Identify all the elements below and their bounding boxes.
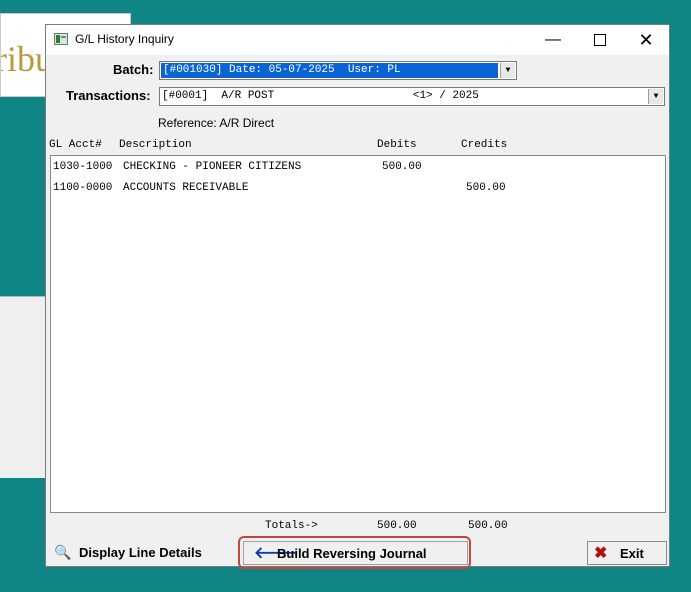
highlight-outline xyxy=(238,536,471,569)
minimize-button[interactable]: — xyxy=(530,25,576,55)
display-line-details-button[interactable]: 🔍 Display Line Details xyxy=(50,541,230,565)
close-icon: ✕ xyxy=(638,30,654,50)
transactions-select-value: [#0001] A/R POST <1> / 2025 xyxy=(162,90,479,102)
transaction-lines-table[interactable]: 1030-1000 CHECKING - PIONEER CITIZENS 50… xyxy=(50,155,666,513)
maximize-button[interactable] xyxy=(577,25,623,55)
magnifier-icon: 🔍 xyxy=(54,544,72,560)
column-header-gl-acct: GL Acct# xyxy=(49,139,102,151)
gl-history-inquiry-window: G/L History Inquiry — ✕ Batch: [#001030]… xyxy=(45,24,670,569)
column-header-credits: Credits xyxy=(461,139,508,151)
title-bar: G/L History Inquiry — ✕ xyxy=(46,25,669,55)
red-x-icon: ✖ xyxy=(594,545,608,562)
app-icon xyxy=(54,33,68,45)
minimize-icon: — xyxy=(545,31,561,48)
cell-debit: 500.00 xyxy=(382,161,422,173)
chevron-down-icon[interactable]: ▼ xyxy=(648,89,663,104)
cell-description: ACCOUNTS RECEIVABLE xyxy=(123,182,249,194)
reference-text: Reference: A/R Direct xyxy=(158,116,275,130)
cell-gl-acct: 1030-1000 xyxy=(53,161,113,173)
background-app-panel xyxy=(0,296,48,478)
cell-description: CHECKING - PIONEER CITIZENS xyxy=(123,161,302,173)
maximize-icon xyxy=(594,33,606,46)
transactions-select[interactable]: [#0001] A/R POST <1> / 2025 ▼ xyxy=(159,87,665,106)
column-header-description: Description xyxy=(119,139,192,151)
batch-select[interactable]: [#001030] Date: 05-07-2025 User: PL ▼ xyxy=(159,61,517,80)
table-row[interactable]: 1100-0000 ACCOUNTS RECEIVABLE 500.00 xyxy=(53,182,653,198)
transactions-label: Transactions: xyxy=(66,88,151,103)
window-title: G/L History Inquiry xyxy=(75,32,174,46)
totals-debits: 500.00 xyxy=(377,520,417,532)
batch-label: Batch: xyxy=(113,62,154,77)
table-row[interactable]: 1030-1000 CHECKING - PIONEER CITIZENS 50… xyxy=(53,161,653,177)
totals-label: Totals-> xyxy=(265,520,318,532)
column-header-debits: Debits xyxy=(377,139,417,151)
totals-credits: 500.00 xyxy=(468,520,508,532)
chevron-down-icon[interactable]: ▼ xyxy=(500,63,515,78)
cell-gl-acct: 1100-0000 xyxy=(53,182,113,194)
display-line-details-label: Display Line Details xyxy=(79,545,202,560)
cell-credit: 500.00 xyxy=(466,182,506,194)
close-button[interactable]: ✕ xyxy=(623,25,669,55)
batch-select-value: [#001030] Date: 05-07-2025 User: PL xyxy=(161,63,498,78)
exit-button[interactable]: ✖ Exit xyxy=(587,541,667,565)
exit-label: Exit xyxy=(620,546,644,561)
